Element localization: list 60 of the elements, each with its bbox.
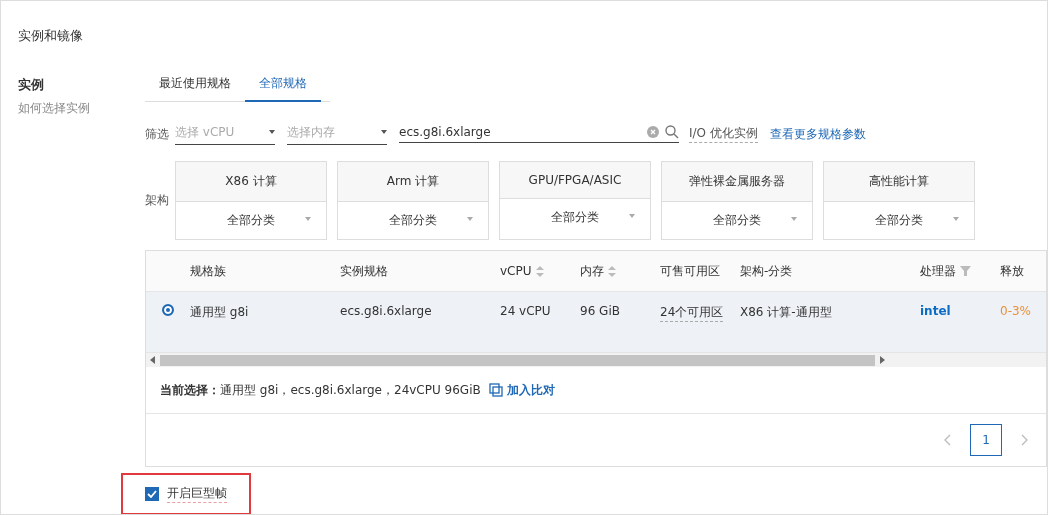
compare-link[interactable]: 加入比对 — [506, 381, 555, 399]
column-header: 实例规格 — [340, 262, 388, 280]
caret-icon — [381, 130, 387, 134]
arch-name[interactable]: 高性能计算 — [824, 162, 974, 202]
table-cell: 24个可用区 — [660, 304, 724, 322]
arch-name[interactable]: X86 计算 — [176, 162, 326, 202]
column-header: vCPU — [500, 264, 532, 278]
caret-icon — [269, 130, 275, 134]
filter-label: 筛选 — [145, 125, 170, 143]
sort-icon[interactable] — [608, 265, 616, 277]
arch-name[interactable]: GPU/FPGA/ASIC — [500, 162, 650, 199]
table-cell: 通用型 g8i — [190, 304, 249, 321]
more-specs-link[interactable]: 查看更多规格参数 — [769, 125, 866, 143]
caret-icon — [305, 217, 311, 221]
field-title: 实例 — [18, 76, 45, 94]
column-header: 规格族 — [190, 262, 226, 280]
table-cell: X86 计算-通用型 — [740, 304, 832, 321]
filter-icon[interactable] — [960, 266, 971, 276]
previous-page-icon[interactable] — [944, 434, 952, 446]
arch-name[interactable]: 弹性裸金属服务器 — [662, 162, 812, 202]
tab[interactable]: 全部规格 — [245, 67, 321, 102]
column-header: 释放 — [1000, 262, 1024, 280]
checkbox[interactable] — [145, 487, 159, 501]
next-page-icon[interactable] — [1020, 434, 1028, 446]
table-cell: ecs.g8i.6xlarge — [340, 304, 432, 318]
radio-button[interactable] — [162, 304, 174, 316]
column-header: 架构-分类 — [740, 262, 793, 280]
table-row[interactable]: 通用型 g8i ecs.g8i.6xlarge 24 vCPU 96 GiB 24个可用区 X86 计算-通用型 intel 0-3% — [146, 292, 1046, 352]
category-select[interactable]: 全部分类 — [500, 199, 650, 236]
clear-icon[interactable] — [647, 126, 659, 138]
checkbox-label: 开启巨型帧 — [167, 485, 227, 503]
arch-name[interactable]: Arm 计算 — [338, 162, 488, 202]
column-header: 可售可用区 — [660, 262, 720, 280]
column-header: 处理器 — [920, 262, 956, 280]
table-cell: intel — [920, 304, 951, 318]
tab[interactable]: 最近使用规格 — [145, 67, 245, 102]
compare-icon — [488, 383, 503, 397]
current-selection: 通用型 g8i，ecs.g8i.6xlarge，24vCPU 96GiB — [220, 381, 481, 399]
category-select[interactable]: 全部分类 — [662, 202, 812, 239]
current-selection-label: 当前选择： — [160, 381, 220, 399]
table-cell: 24 vCPU — [500, 304, 551, 318]
search-icon[interactable] — [665, 125, 679, 139]
sort-icon[interactable] — [535, 265, 544, 277]
caret-icon — [467, 217, 473, 221]
category-select[interactable]: 全部分类 — [176, 202, 326, 239]
caret-icon — [629, 214, 635, 218]
caret-icon — [791, 217, 797, 221]
caret-icon — [953, 217, 959, 221]
section-title: 实例和镜像 — [18, 27, 83, 45]
column-header: 内存 — [580, 262, 604, 280]
io-option[interactable]: I/O 优化实例 — [689, 125, 758, 143]
horizontal-scrollbar[interactable] — [146, 352, 1046, 367]
arch-label: 架构 — [145, 192, 170, 209]
table-cell: 96 GiB — [580, 304, 620, 318]
table-cell: 0-3% — [1000, 304, 1031, 318]
help-link[interactable]: 如何选择实例 — [18, 100, 145, 117]
page-button[interactable]: 1 — [970, 424, 1002, 456]
search-field[interactable]: ecs.g8i.6xlarge — [399, 125, 679, 143]
category-select[interactable]: 全部分类 — [824, 202, 974, 239]
category-select[interactable]: 全部分类 — [338, 202, 488, 239]
